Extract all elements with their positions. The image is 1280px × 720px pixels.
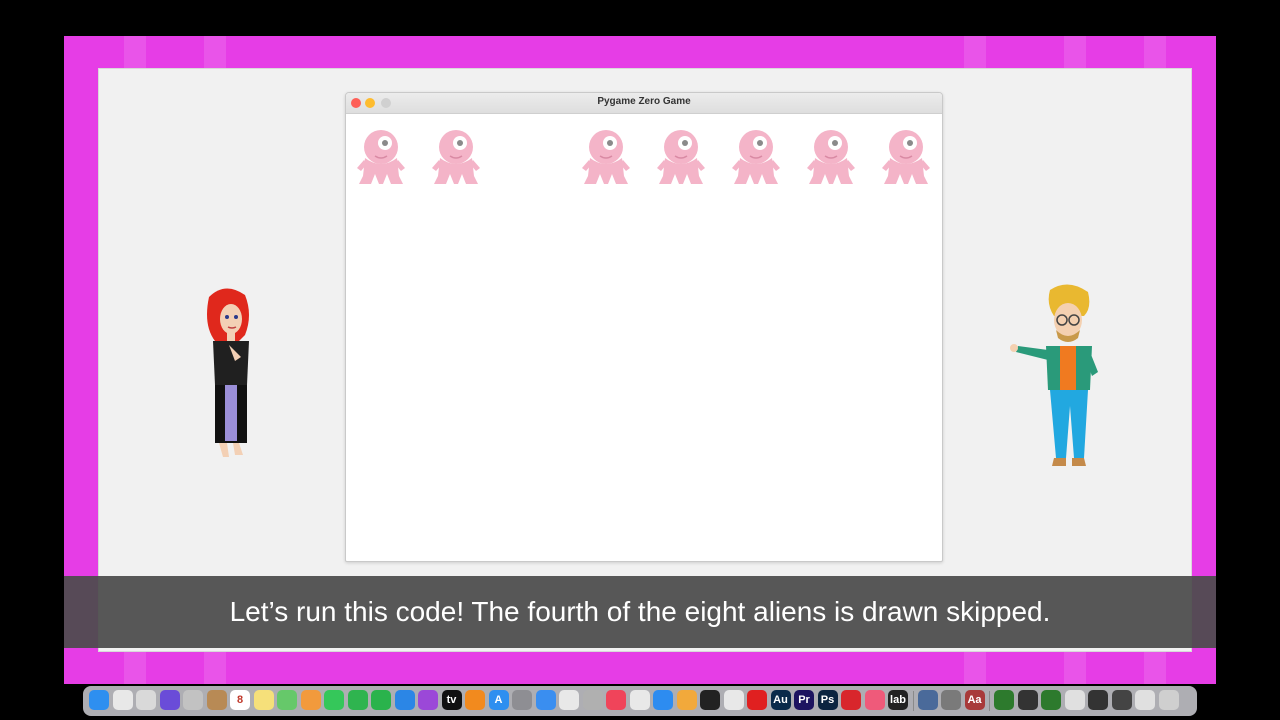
finder-icon[interactable]	[89, 690, 109, 710]
facetime-icon[interactable]	[347, 690, 368, 710]
app-grid-icon[interactable]	[183, 690, 203, 710]
music-icon[interactable]	[606, 690, 626, 710]
lab-icon[interactable]: lab	[888, 690, 908, 710]
premiere-icon[interactable]: Pr	[794, 690, 814, 710]
window-thumb-3-icon[interactable]	[1041, 690, 1061, 710]
books-icon[interactable]	[465, 690, 485, 710]
window-thumb-7-icon[interactable]	[1135, 690, 1155, 710]
messages-icon[interactable]	[324, 690, 344, 710]
appletv-icon[interactable]: tv	[441, 690, 462, 710]
preview-icon[interactable]	[136, 690, 156, 710]
dock-icon-glyph: Aa	[967, 694, 982, 706]
caption-text: Let’s run this code! The fourth of the e…	[229, 596, 1051, 627]
podcasts-icon[interactable]	[418, 690, 438, 710]
dock-icon-glyph: Ps	[820, 694, 835, 706]
launchpad-icon[interactable]	[112, 690, 133, 710]
window-thumb-1-icon[interactable]	[994, 690, 1014, 710]
keynote-icon[interactable]	[394, 690, 415, 710]
window-thumb-6-icon[interactable]	[1111, 690, 1132, 710]
safari-icon[interactable]	[653, 690, 673, 710]
dock-icon-glyph: 8	[236, 694, 244, 706]
audition-icon[interactable]: Au	[770, 690, 791, 710]
app-icon[interactable]	[864, 690, 885, 710]
acrobat-icon[interactable]	[747, 690, 767, 710]
window-title: Pygame Zero Game	[597, 96, 691, 107]
dock-icon-glyph: Au	[773, 694, 788, 706]
dictionary-icon[interactable]: Aa	[964, 690, 985, 710]
slack-icon[interactable]	[559, 690, 579, 710]
mail-icon[interactable]	[535, 690, 556, 710]
woman-character	[207, 288, 249, 457]
maps-icon[interactable]	[277, 690, 297, 710]
appstore-icon[interactable]: A	[488, 690, 509, 710]
window-thumb-5-icon[interactable]	[1088, 690, 1108, 710]
window-thumb-2-icon[interactable]	[1017, 690, 1038, 710]
pencil-icon[interactable]	[676, 690, 697, 710]
settings-icon[interactable]	[512, 690, 532, 710]
monitor-icon[interactable]	[941, 690, 961, 710]
trash-icon[interactable]	[1158, 690, 1179, 710]
creative-cloud-icon[interactable]	[841, 690, 861, 710]
notes-icon[interactable]	[253, 690, 274, 710]
calendar-icon[interactable]: 8	[230, 690, 250, 710]
numbers-icon[interactable]	[371, 690, 391, 710]
dock-separator	[989, 691, 990, 711]
window-thumb-4-icon[interactable]	[1064, 690, 1085, 710]
document-icon[interactable]	[723, 690, 744, 710]
dock-icon-glyph: Pr	[798, 694, 810, 706]
siri-icon[interactable]	[159, 690, 180, 710]
system-icon[interactable]	[582, 690, 603, 710]
man-character	[1010, 284, 1098, 466]
photoshop-icon[interactable]: Ps	[817, 690, 838, 710]
dock-icon-glyph: A	[494, 694, 503, 706]
terminal-icon[interactable]	[700, 690, 720, 710]
chrome-icon[interactable]	[629, 690, 650, 710]
window-titlebar[interactable]: Pygame Zero Game	[346, 93, 942, 114]
pygame-window: Pygame Zero Game	[345, 92, 943, 562]
dock-separator	[912, 691, 914, 711]
dock-icon-glyph: tv	[446, 694, 457, 706]
photos-icon[interactable]	[300, 690, 321, 710]
search-icon[interactable]	[917, 690, 938, 710]
folder-icon[interactable]	[206, 690, 227, 710]
dock: 8 tv A Au Pr Ps lab Aa	[83, 686, 1197, 716]
dock-icon-glyph: lab	[890, 694, 906, 706]
